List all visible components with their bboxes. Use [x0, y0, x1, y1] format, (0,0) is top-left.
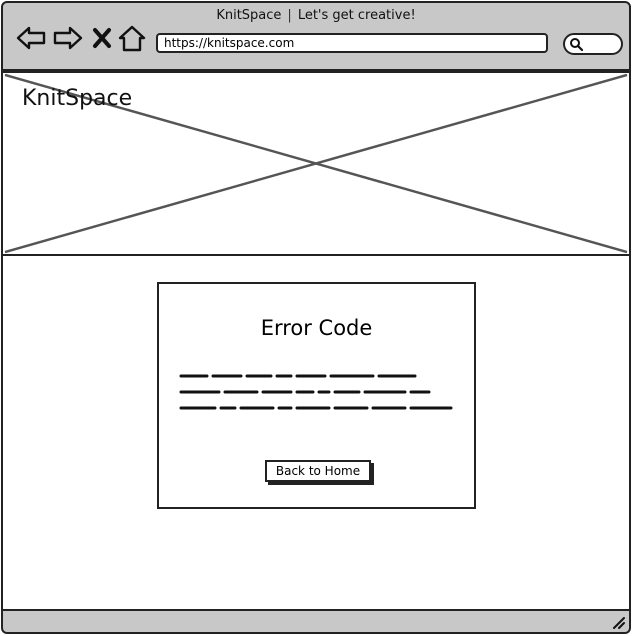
error-title: Error Code	[260, 316, 373, 340]
browser-window: KnitSpace | Let's get creative! https://kn…	[0, 0, 633, 636]
back-arrow-icon	[16, 26, 46, 50]
stop-button[interactable]	[89, 23, 115, 53]
home-icon	[118, 25, 146, 52]
window-title-separator: |	[287, 8, 292, 23]
status-bar	[1, 609, 631, 634]
back-to-home-button[interactable]: Back to Home	[265, 460, 371, 482]
error-card: Error Code Back to Home	[157, 282, 476, 509]
brand-logo-text[interactable]: KnitSpace	[22, 86, 132, 111]
url-input[interactable]: https://knitspace.com	[156, 33, 548, 53]
close-x-icon	[93, 28, 111, 48]
browser-chrome: KnitSpace | Let's get creative! https://kn…	[1, 1, 631, 71]
placeholder-text-scribble	[179, 374, 453, 410]
back-button[interactable]	[15, 23, 47, 53]
window-title: KnitSpace | Let's get creative!	[3, 8, 629, 23]
home-button[interactable]	[117, 23, 147, 53]
window-title-site: KnitSpace	[216, 8, 282, 23]
search-box[interactable]	[563, 33, 623, 55]
resize-grip-icon[interactable]	[611, 615, 625, 629]
search-icon	[570, 38, 583, 51]
forward-button[interactable]	[52, 23, 84, 53]
forward-arrow-icon	[53, 26, 83, 50]
window-title-tagline: Let's get creative!	[297, 8, 416, 23]
